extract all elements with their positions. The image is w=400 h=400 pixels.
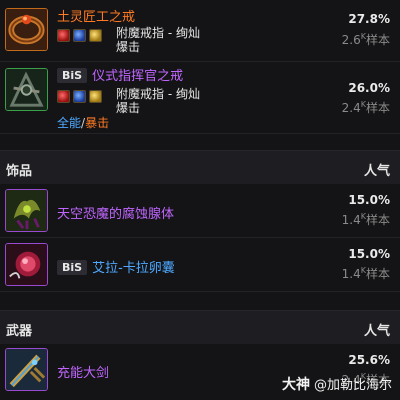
item-name-text[interactable]: 天空恐魔的腐蚀腺体 [57,207,174,222]
sample-num: 2.4 [341,101,361,115]
bis-badge: BiS [57,68,88,83]
sample-count: 1.4K样本 [342,265,390,282]
item-row-trinket-1[interactable]: 天空恐魔的腐蚀腺体 15.0% 1.4K样本 [0,184,400,238]
trinkets-section-header: 饰品 人气 [0,150,400,184]
section-title: 武器 [6,324,33,339]
watermark: 大神 @加勒比海尔 [282,374,392,394]
ring-item-icon[interactable] [5,68,48,111]
gem-sockets [57,90,102,103]
item-row-trinket-2[interactable]: BiS 艾拉-卡拉卵囊 15.0% 1.4K样本 [0,238,400,292]
item-name-text[interactable]: 土灵匠工之戒 [57,10,135,25]
item-name-text[interactable]: 充能大剑 [57,366,109,381]
item-name-text[interactable]: 艾拉-卡拉卵囊 [92,261,175,276]
popularity-column-header[interactable]: 人气 [364,160,390,179]
item-name[interactable]: BiS 仪式指挥官之戒 [57,65,183,84]
popularity-percent: 15.0% [348,193,390,207]
red-gem-icon[interactable] [57,90,70,103]
sample-num: 2.6 [341,33,361,47]
item-name[interactable]: 土灵匠工之戒 [57,6,135,25]
sample-count: 1.4K样本 [342,211,390,228]
section-title: 饰品 [6,164,33,179]
popularity-percent: 25.6% [348,353,390,367]
weapons-section-header: 武器 人气 [0,310,400,344]
enchant-stats: 附魔戒指 - 绚灿 爆击 [116,87,200,115]
item-row-ring-2[interactable]: BiS 仪式指挥官之戒 附魔戒指 - 绚灿 爆击 全能/暴击 26.0% 2.4K… [0,62,400,134]
stat-filter-links: 全能/暴击 [57,114,109,131]
sample-label: 样本 [365,33,390,47]
sample-label: 样本 [365,213,390,227]
sample-label: 样本 [365,267,390,281]
versatility-link[interactable]: 全能 [57,116,81,130]
watermark-text: @加勒比海尔 [313,378,392,393]
ring-item-icon[interactable] [5,8,48,51]
trinket-item-icon[interactable] [5,243,48,286]
item-name[interactable]: 充能大剑 [57,362,109,381]
sample-label: 样本 [365,101,390,115]
secondary-stat: 爆击 [116,101,141,115]
sample-num: 1.4 [341,213,361,227]
watermark-logo: 大神 [281,377,310,393]
popularity-percent: 26.0% [348,81,390,95]
item-name-text[interactable]: 仪式指挥官之戒 [92,69,183,84]
enchant-label: 附魔戒指 - 绚灿 [116,26,200,40]
popularity-percent: 27.8% [348,12,390,26]
popularity-column-header[interactable]: 人气 [364,320,390,339]
sample-count: 2.6K样本 [342,31,390,48]
item-row-ring-1[interactable]: 土灵匠工之戒 附魔戒指 - 绚灿 爆击 27.8% 2.6K样本 [0,0,400,62]
yellow-gem-icon[interactable] [89,29,102,42]
enchant-label: 附魔戒指 - 绚灿 [116,87,200,101]
trinket-item-icon[interactable] [5,189,48,232]
blue-gem-icon[interactable] [73,29,86,42]
popularity-percent: 15.0% [348,247,390,261]
crit-link[interactable]: 暴击 [85,116,109,130]
red-gem-icon[interactable] [57,29,70,42]
sample-count: 2.4K样本 [342,99,390,116]
blue-gem-icon[interactable] [73,90,86,103]
yellow-gem-icon[interactable] [89,90,102,103]
gem-sockets [57,29,102,42]
secondary-stat: 爆击 [116,40,141,54]
item-name[interactable]: 天空恐魔的腐蚀腺体 [57,203,174,222]
item-name[interactable]: BiS 艾拉-卡拉卵囊 [57,257,175,276]
weapon-item-icon[interactable] [5,348,48,391]
enchant-stats: 附魔戒指 - 绚灿 爆击 [116,26,200,54]
bis-badge: BiS [57,260,88,275]
sample-num: 1.4 [341,267,361,281]
